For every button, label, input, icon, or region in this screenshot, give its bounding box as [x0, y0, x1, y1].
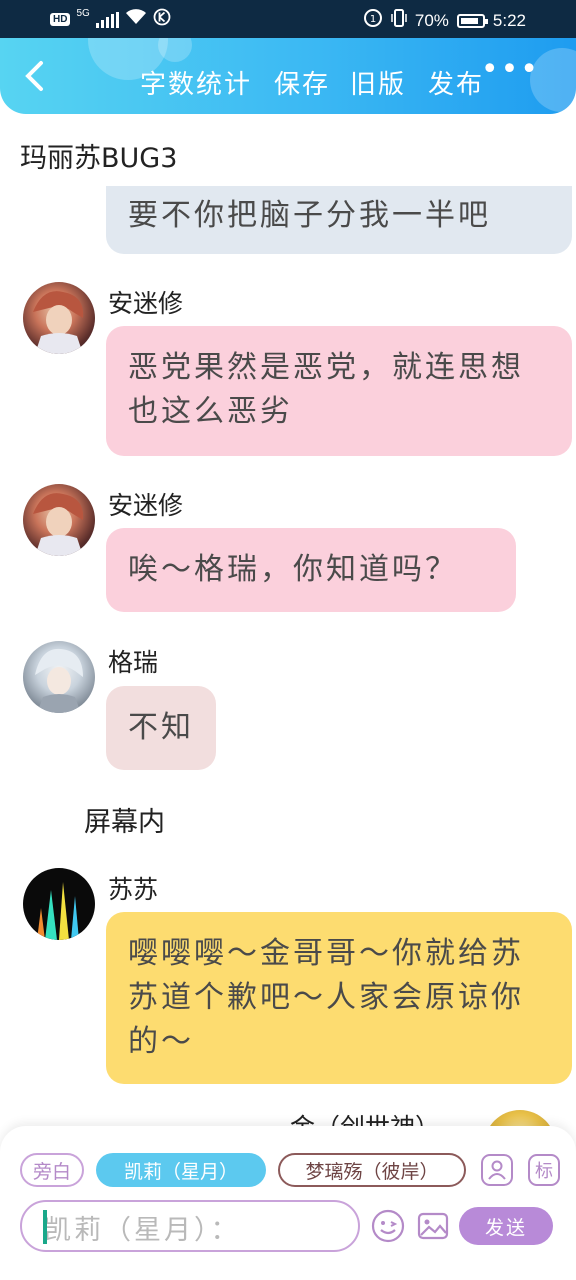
network-type: 5G: [76, 8, 90, 19]
status-right: 1 70% 5:22: [363, 8, 526, 33]
status-bar: HD 5G 1 70% 5:22: [0, 0, 576, 38]
battery-text: 70%: [414, 10, 449, 30]
send-button[interactable]: 发送: [459, 1207, 553, 1245]
vibrate-icon: [391, 8, 407, 33]
k-badge-icon: [153, 8, 171, 31]
emoji-icon[interactable]: [371, 1209, 405, 1243]
message-text: 唉～格瑞，你知道吗？: [128, 552, 458, 587]
app-header: 字数统计 保存 旧版 发布 •••: [0, 38, 576, 114]
avatar[interactable]: [23, 282, 95, 354]
role-chip[interactable]: 梦璃殇（彼岸）: [278, 1153, 466, 1187]
data-saver-icon: 1: [363, 8, 383, 33]
text-cursor: [43, 1210, 47, 1244]
character-portrait-icon: [33, 291, 84, 354]
old-version-button[interactable]: 旧版: [350, 64, 406, 101]
message-bubble: 要不你把脑子分我一半吧: [106, 186, 572, 254]
person-icon[interactable]: [481, 1154, 513, 1186]
message-input[interactable]: 凯莉（星月）：: [20, 1200, 360, 1252]
save-button[interactable]: 保存: [274, 64, 330, 101]
message-bubble: 恶党果然是恶党，就连思想也这么恶劣: [106, 326, 572, 456]
sender-name: 安迷修: [108, 491, 184, 520]
avatar[interactable]: [23, 484, 95, 556]
publish-button[interactable]: 发布: [428, 64, 484, 101]
more-icon[interactable]: •••: [481, 52, 540, 87]
clock: 5:22: [492, 10, 526, 30]
message-text: 不知: [128, 710, 194, 745]
message-text: 恶党果然是恶党，就连思想也这么恶劣: [128, 350, 524, 429]
chevron-left-icon: [25, 61, 43, 91]
svg-text:1: 1: [370, 14, 376, 25]
sender-name: 格瑞: [108, 648, 159, 677]
sender-name: 苏苏: [108, 875, 159, 904]
message-bubble: 不知: [106, 686, 216, 770]
word-count-button[interactable]: 字数统计: [140, 64, 252, 101]
message-text: 嘤嘤嘤～金哥哥～你就给苏苏道个歉吧～人家会原谅你的～: [128, 936, 524, 1059]
battery-icon: [456, 13, 488, 28]
input-placeholder: 凯莉（星月）：: [44, 1215, 241, 1246]
hd-badge: HD: [50, 13, 71, 26]
message-bubble: 嘤嘤嘤～金哥哥～你就给苏苏道个歉吧～人家会原谅你的～: [106, 912, 572, 1084]
wifi-icon: [125, 8, 147, 31]
message-text: 要不你把脑子分我一半吧: [128, 198, 491, 233]
narration-line: 玛丽苏BUG3: [20, 143, 178, 174]
role-chip-narrator[interactable]: 旁白: [20, 1153, 84, 1187]
character-portrait-icon: [35, 648, 83, 713]
sender-name: 安迷修: [108, 289, 184, 318]
back-button[interactable]: [14, 56, 54, 96]
character-portrait-icon: [33, 493, 84, 556]
role-chip-selected[interactable]: 凯莉（星月）: [96, 1153, 266, 1187]
narration-line: 屏幕内: [84, 807, 165, 838]
label-button[interactable]: 标: [528, 1154, 560, 1186]
person-icon: [488, 1160, 506, 1180]
status-left: HD 5G: [50, 8, 171, 31]
avatar[interactable]: [23, 641, 95, 713]
character-portrait-icon: [37, 882, 79, 940]
message-bubble: 唉～格瑞，你知道吗？: [106, 528, 516, 612]
image-icon[interactable]: [416, 1209, 450, 1243]
cell-signal-icon: [95, 11, 119, 28]
avatar[interactable]: [23, 868, 95, 940]
